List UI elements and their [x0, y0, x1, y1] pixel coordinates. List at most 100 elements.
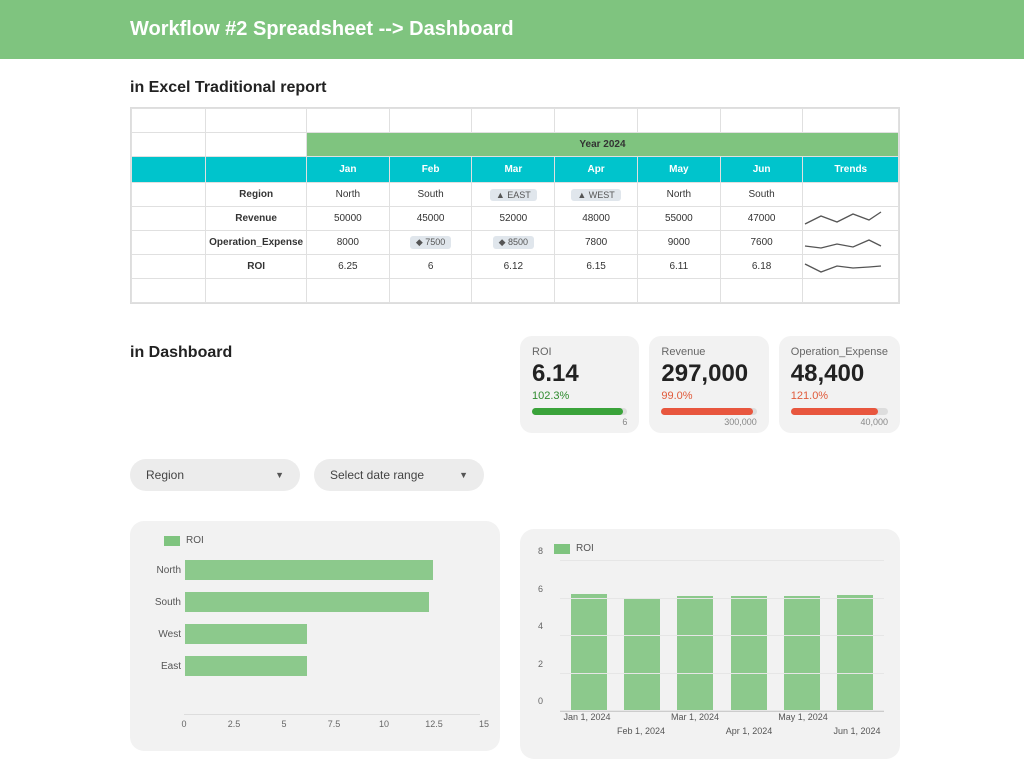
y-axis-label: South	[141, 597, 181, 608]
y-axis-label: North	[141, 565, 181, 576]
cell[interactable]: South	[389, 183, 472, 207]
gridline	[560, 560, 884, 561]
cell[interactable]: 50000	[306, 207, 389, 231]
bar	[624, 599, 660, 712]
spreadsheet: Year 2024JanFebMarAprMayJunTrendsRegionN…	[130, 107, 900, 304]
kpi-percent: 121.0%	[791, 390, 888, 402]
row-label: Region	[206, 183, 307, 207]
legend-swatch	[164, 536, 180, 546]
kpi-label: Operation_Expense	[791, 346, 888, 358]
cell[interactable]: 6.11	[637, 255, 720, 279]
month-header: Jun	[720, 157, 803, 183]
cell[interactable]: 8000	[306, 231, 389, 255]
cell[interactable]: 52000	[472, 207, 555, 231]
gridline	[560, 598, 884, 599]
cell[interactable]: 6.18	[720, 255, 803, 279]
cell[interactable]: 7800	[555, 231, 638, 255]
kpi-value: 297,000	[661, 360, 756, 388]
cell[interactable]: ◆ 8500	[472, 231, 555, 255]
legend-label: ROI	[186, 535, 204, 546]
x-axis-label: May 1, 2024	[778, 712, 828, 722]
cell[interactable]: South	[720, 183, 803, 207]
trends-header: Trends	[803, 157, 899, 183]
y-axis-tick: 4	[538, 621, 543, 631]
kpi-target: 6	[532, 417, 627, 427]
kpi-card: ROI6.14102.3%6	[520, 336, 639, 433]
bar	[185, 656, 307, 676]
cell[interactable]: ▲ WEST	[555, 183, 638, 207]
gridline	[560, 710, 884, 711]
month-header: Mar	[472, 157, 555, 183]
x-axis-tick: 5	[281, 719, 286, 729]
month-header: May	[637, 157, 720, 183]
sparkline	[803, 207, 899, 231]
bar	[837, 595, 873, 711]
sparkline	[803, 255, 899, 279]
bar	[731, 596, 767, 711]
x-axis-tick: 2.5	[228, 719, 241, 729]
bar	[185, 560, 433, 580]
kpi-card: Revenue297,00099.0%300,000	[649, 336, 768, 433]
cell[interactable]: 6.25	[306, 255, 389, 279]
y-axis-tick: 0	[538, 696, 543, 706]
x-axis-label: Jun 1, 2024	[833, 726, 880, 736]
cell[interactable]: ▲ EAST	[472, 183, 555, 207]
x-axis-tick: 0	[181, 719, 186, 729]
date-range-label: Select date range	[330, 468, 424, 482]
row-label: Revenue	[206, 207, 307, 231]
region-dropdown[interactable]: Region ▼	[130, 459, 300, 491]
section-title-excel: in Excel Traditional report	[130, 79, 1024, 97]
month-header: Feb	[389, 157, 472, 183]
cell[interactable]: North	[306, 183, 389, 207]
cell[interactable]: 7600	[720, 231, 803, 255]
region-dropdown-label: Region	[146, 468, 184, 482]
year-header: Year 2024	[306, 133, 898, 157]
cell[interactable]: North	[637, 183, 720, 207]
y-axis-tick: 6	[538, 584, 543, 594]
bar	[784, 596, 820, 711]
x-axis-tick: 12.5	[425, 719, 443, 729]
x-axis-label: Jan 1, 2024	[563, 712, 610, 722]
kpi-value: 48,400	[791, 360, 888, 388]
kpi-progress	[791, 408, 888, 415]
kpi-progress	[661, 408, 756, 415]
kpi-progress	[532, 408, 627, 415]
x-axis-tick: 10	[379, 719, 389, 729]
chart-legend: ROI	[554, 543, 890, 554]
chevron-down-icon: ▼	[275, 470, 284, 480]
cell[interactable]: 48000	[555, 207, 638, 231]
x-axis-tick: 7.5	[328, 719, 341, 729]
cell[interactable]: ◆ 7500	[389, 231, 472, 255]
x-axis-label: Mar 1, 2024	[671, 712, 719, 722]
cell[interactable]: 47000	[720, 207, 803, 231]
month-header: Jan	[306, 157, 389, 183]
date-range-dropdown[interactable]: Select date range ▼	[314, 459, 484, 491]
sparkline	[803, 231, 899, 255]
kpi-target: 40,000	[791, 417, 888, 427]
bar	[185, 592, 429, 612]
x-axis-label: Feb 1, 2024	[617, 726, 665, 736]
cell[interactable]: 6.12	[472, 255, 555, 279]
cell[interactable]: 45000	[389, 207, 472, 231]
kpi-row: ROI6.14102.3%6Revenue297,00099.0%300,000…	[520, 336, 900, 433]
kpi-percent: 102.3%	[532, 390, 627, 402]
bar	[677, 596, 713, 711]
sparkline	[803, 183, 899, 207]
cell[interactable]: 6	[389, 255, 472, 279]
page-header: Workflow #2 Spreadsheet --> Dashboard	[0, 0, 1024, 59]
legend-label: ROI	[576, 543, 594, 554]
legend-swatch	[554, 544, 570, 554]
x-axis-label: Apr 1, 2024	[726, 726, 773, 736]
cell[interactable]: 55000	[637, 207, 720, 231]
cell[interactable]: 9000	[637, 231, 720, 255]
cell[interactable]: 6.15	[555, 255, 638, 279]
row-label: Operation_Expense	[206, 231, 307, 255]
y-axis-label: East	[141, 661, 181, 672]
roi-by-month-chart: ROI 02468 Jan 1, 2024Feb 1, 2024Mar 1, 2…	[520, 529, 900, 759]
roi-by-region-chart: ROI NorthSouthWestEast 02.557.51012.515	[130, 521, 500, 751]
page-title: Workflow #2 Spreadsheet --> Dashboard	[130, 18, 1024, 41]
chart-legend: ROI	[164, 535, 490, 546]
y-axis-tick: 2	[538, 659, 543, 669]
x-axis-tick: 15	[479, 719, 489, 729]
gridline	[560, 635, 884, 636]
